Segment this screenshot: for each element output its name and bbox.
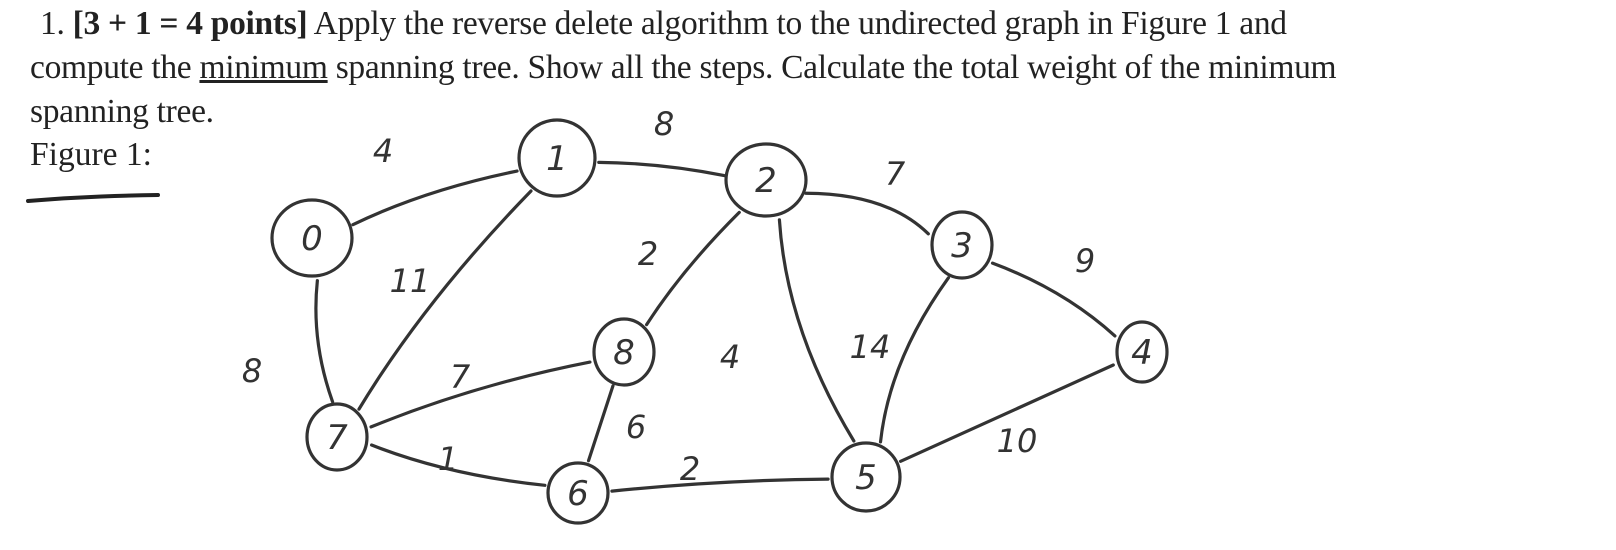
edge-2-3 bbox=[804, 191, 930, 236]
edge-weight-6-5: 2 bbox=[680, 450, 700, 488]
node-1: 1 bbox=[517, 118, 597, 198]
node-label-8: 8 bbox=[613, 333, 635, 373]
node-5: 5 bbox=[830, 441, 902, 513]
node-label-3: 3 bbox=[951, 226, 973, 266]
edge-7-8 bbox=[369, 360, 592, 429]
node-2: 2 bbox=[724, 142, 808, 218]
edge-0-7 bbox=[314, 279, 335, 404]
edge-3-4 bbox=[990, 261, 1117, 338]
graph-figure: 4 8 7 9 8 11 2 4 7 6 1 2 14 10 0 1 2 3 4 5 6 7 8 bbox=[242, 105, 1169, 525]
edge-weight-5-4: 10 bbox=[997, 422, 1038, 460]
edge-8-6 bbox=[586, 384, 615, 463]
node-label-1: 1 bbox=[546, 139, 568, 179]
edge-1-2 bbox=[597, 160, 726, 178]
node-label-7: 7 bbox=[326, 418, 348, 458]
edge-weight-1-2: 8 bbox=[654, 105, 674, 143]
edge-7-6 bbox=[369, 443, 547, 487]
edge-6-5 bbox=[610, 477, 830, 493]
edge-weight-1-7: 11 bbox=[390, 262, 431, 300]
node-7: 7 bbox=[305, 402, 369, 472]
node-4: 4 bbox=[1115, 320, 1169, 384]
edge-weight-7-8: 7 bbox=[450, 358, 471, 396]
node-8: 8 bbox=[592, 317, 656, 387]
edge-3-5 bbox=[878, 276, 951, 444]
node-label-5: 5 bbox=[855, 458, 877, 498]
edge-weight-0-1: 4 bbox=[373, 132, 393, 170]
edge-weight-2-5: 4 bbox=[720, 338, 740, 376]
node-3: 3 bbox=[930, 210, 994, 280]
edge-1-7 bbox=[357, 189, 533, 411]
node-label-4: 4 bbox=[1131, 333, 1153, 373]
edge-weight-7-6: 1 bbox=[438, 440, 458, 478]
node-6: 6 bbox=[546, 461, 610, 525]
edge-2-8 bbox=[645, 210, 741, 327]
edge-weight-3-4: 9 bbox=[1075, 242, 1095, 280]
node-label-6: 6 bbox=[567, 474, 589, 514]
edge-weight-8-6: 6 bbox=[626, 408, 646, 446]
edge-weight-2-3: 7 bbox=[885, 155, 906, 193]
edge-weight-0-7: 8 bbox=[242, 352, 262, 390]
edge-weight-3-5: 14 bbox=[850, 328, 891, 366]
edge-0-1 bbox=[351, 169, 519, 227]
edge-weight-2-8: 2 bbox=[638, 235, 658, 273]
edge-2-5 bbox=[777, 218, 856, 443]
node-label-0: 0 bbox=[301, 219, 323, 259]
node-0: 0 bbox=[270, 198, 354, 278]
node-label-2: 2 bbox=[755, 161, 777, 201]
